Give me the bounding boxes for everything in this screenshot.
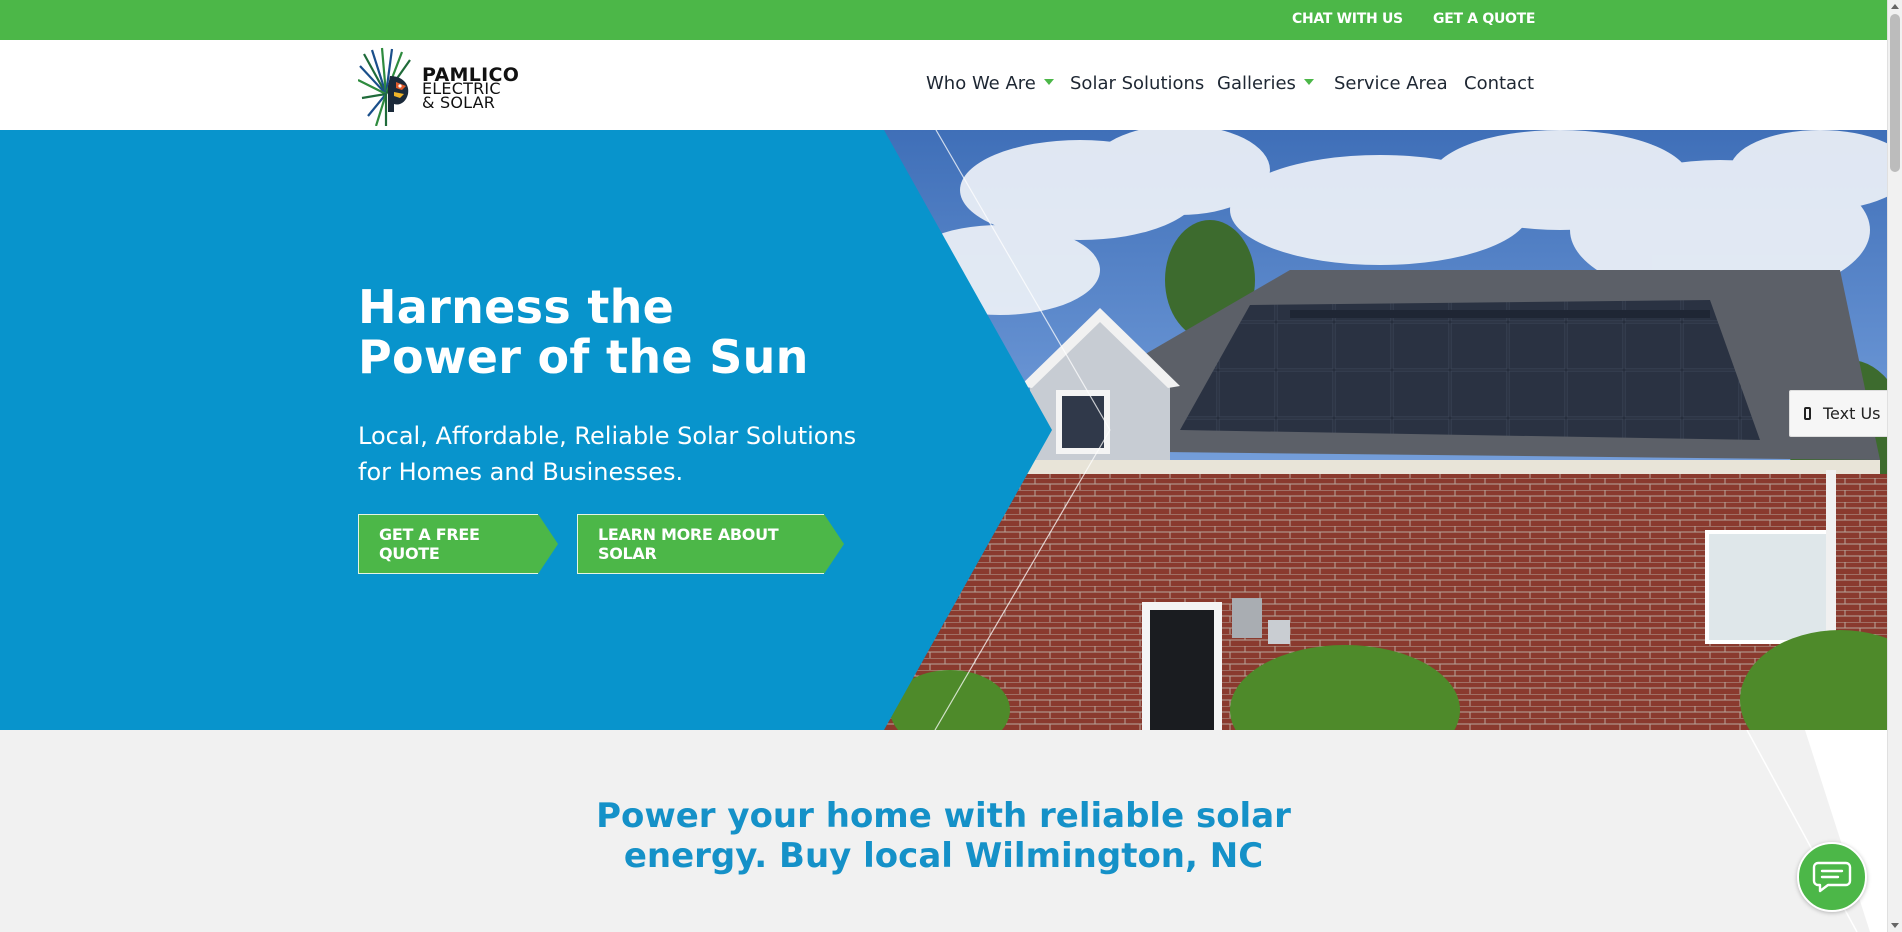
caret-down-icon xyxy=(1303,79,1314,85)
hero-title: Harness the Power of the Sun xyxy=(358,282,809,382)
hero-subtitle: Local, Affordable, Reliable Solar Soluti… xyxy=(358,422,857,486)
get-free-quote-label: GET A FREE QUOTE xyxy=(379,525,480,563)
page-scrollbar[interactable] xyxy=(1887,0,1902,932)
chat-bubble-icon xyxy=(1812,861,1852,893)
chat-widget-button[interactable] xyxy=(1797,842,1867,912)
nav-who-we-are-label: Who We Are xyxy=(926,73,1036,94)
caret-down-icon xyxy=(1043,79,1054,85)
nav-galleries[interactable]: Galleries xyxy=(1217,73,1314,94)
hero-title-line-2: Power of the Sun xyxy=(358,330,809,384)
logo-line-3: & SOLAR xyxy=(422,93,496,112)
section-heading: Power your home with reliable solar ener… xyxy=(0,796,1887,876)
nav-solar-solutions[interactable]: Solar Solutions xyxy=(1070,73,1204,94)
section-heading-line-2: energy. Buy local Wilmington, NC xyxy=(623,836,1264,876)
text-us-button[interactable]: Text Us xyxy=(1789,390,1887,437)
nav-service-area[interactable]: Service Area xyxy=(1334,73,1448,94)
text-us-label: Text Us xyxy=(1823,404,1881,423)
nav-solar-solutions-label: Solar Solutions xyxy=(1070,73,1205,94)
mobile-phone-icon xyxy=(1804,407,1811,420)
site-header: PAMLICO ELECTRIC & SOLAR Who We Are Sola… xyxy=(0,40,1887,130)
scrollbar-thumb[interactable] xyxy=(1890,14,1900,172)
get-free-quote-button[interactable]: GET A FREE QUOTE xyxy=(358,514,558,574)
nav-who-we-are[interactable]: Who We Are xyxy=(926,73,1054,94)
get-a-quote-link[interactable]: GET A QUOTE xyxy=(1433,11,1535,27)
nav-service-area-label: Service Area xyxy=(1334,73,1448,94)
nav-contact[interactable]: Contact xyxy=(1464,73,1534,94)
nav-galleries-label: Galleries xyxy=(1217,73,1296,94)
section-heading-line-1: Power your home with reliable solar xyxy=(596,796,1291,836)
chat-with-us-link[interactable]: CHAT WITH US xyxy=(1292,11,1403,27)
hero-banner: Harness the Power of the Sun Local, Affo… xyxy=(0,130,1887,730)
hero-blue-panel xyxy=(0,130,1111,730)
learn-more-label: LEARN MORE ABOUT SOLAR xyxy=(598,525,779,563)
top-utility-bar: CHAT WITH US GET A QUOTE xyxy=(0,0,1887,40)
logo-wordmark: PAMLICO ELECTRIC & SOLAR xyxy=(422,66,519,112)
hero-title-line-1: Harness the xyxy=(358,280,675,334)
feather-headdress-icon xyxy=(358,47,411,126)
scroll-down-arrow-icon[interactable] xyxy=(1891,923,1899,928)
learn-more-about-solar-button[interactable]: LEARN MORE ABOUT SOLAR xyxy=(577,514,844,574)
site-logo[interactable]: PAMLICO ELECTRIC & SOLAR xyxy=(358,46,519,126)
scroll-up-arrow-icon[interactable] xyxy=(1891,4,1899,9)
nav-contact-label: Contact xyxy=(1464,73,1535,94)
